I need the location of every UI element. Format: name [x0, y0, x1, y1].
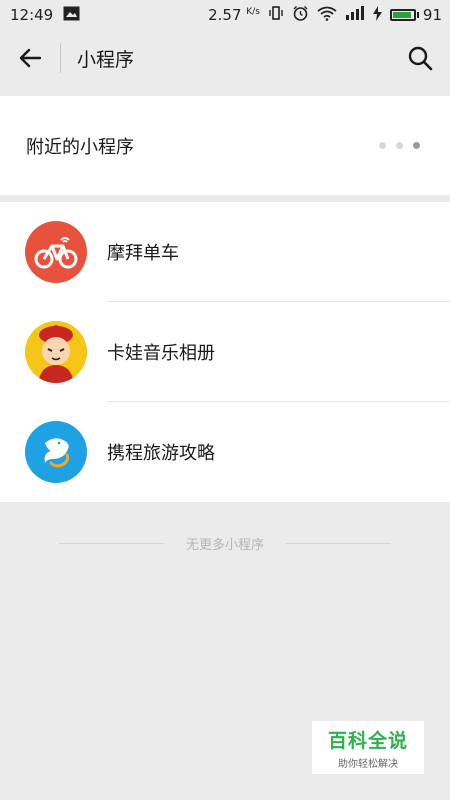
list-item-music-album[interactable]: 卡娃音乐相册 [0, 302, 450, 402]
battery-indicator: 91 [389, 6, 442, 24]
status-bar: 12:49 2.57 K/s 91 [0, 0, 450, 30]
back-arrow-icon [19, 48, 41, 68]
divider [58, 542, 164, 544]
notification-image-icon [63, 6, 80, 25]
signal-icon [345, 6, 365, 24]
list-item-ctrip-guide[interactable]: 携程旅游攻略 [0, 402, 450, 502]
bike-icon [25, 221, 87, 283]
search-icon [408, 46, 433, 71]
watermark-logo: 百科全说 助你轻松解决 [312, 721, 424, 774]
mini-program-list: 摩拜单车 卡娃音乐相册 携程旅游攻略 [0, 202, 450, 502]
dolphin-icon [25, 421, 87, 483]
battery-level: 91 [422, 6, 442, 24]
app-name: 携程旅游攻略 [107, 443, 215, 464]
dot [396, 142, 403, 149]
loading-dots [379, 142, 420, 149]
dot-active [413, 142, 420, 149]
back-button[interactable] [0, 30, 60, 86]
app-name: 卡娃音乐相册 [107, 343, 215, 364]
list-item-mobike[interactable]: 摩拜单车 [0, 202, 450, 302]
dot [379, 142, 386, 149]
cartoon-boy-icon [25, 321, 87, 383]
no-more-text: 无更多小程序 [185, 537, 264, 553]
charging-icon [372, 5, 382, 25]
wifi-icon [317, 6, 337, 25]
watermark-title: 百科全说 [327, 729, 408, 752]
alarm-icon [292, 5, 309, 26]
watermark-subtitle: 助你轻松解决 [338, 758, 398, 770]
network-speed: 2.57 K/s [208, 6, 260, 24]
divider [286, 542, 391, 544]
nearby-mini-programs[interactable]: 附近的小程序 [0, 96, 450, 195]
page-title: 小程序 [77, 48, 135, 71]
app-name: 摩拜单车 [107, 243, 179, 264]
nearby-label: 附近的小程序 [26, 136, 134, 158]
nav-bar: 小程序 [0, 30, 450, 86]
battery-icon [389, 9, 416, 21]
search-button[interactable] [404, 42, 436, 74]
no-more-note: 无更多小程序 [0, 530, 450, 556]
nav-divider [60, 43, 61, 73]
status-time: 12:49 [10, 6, 54, 24]
vibrate-icon [268, 5, 284, 25]
